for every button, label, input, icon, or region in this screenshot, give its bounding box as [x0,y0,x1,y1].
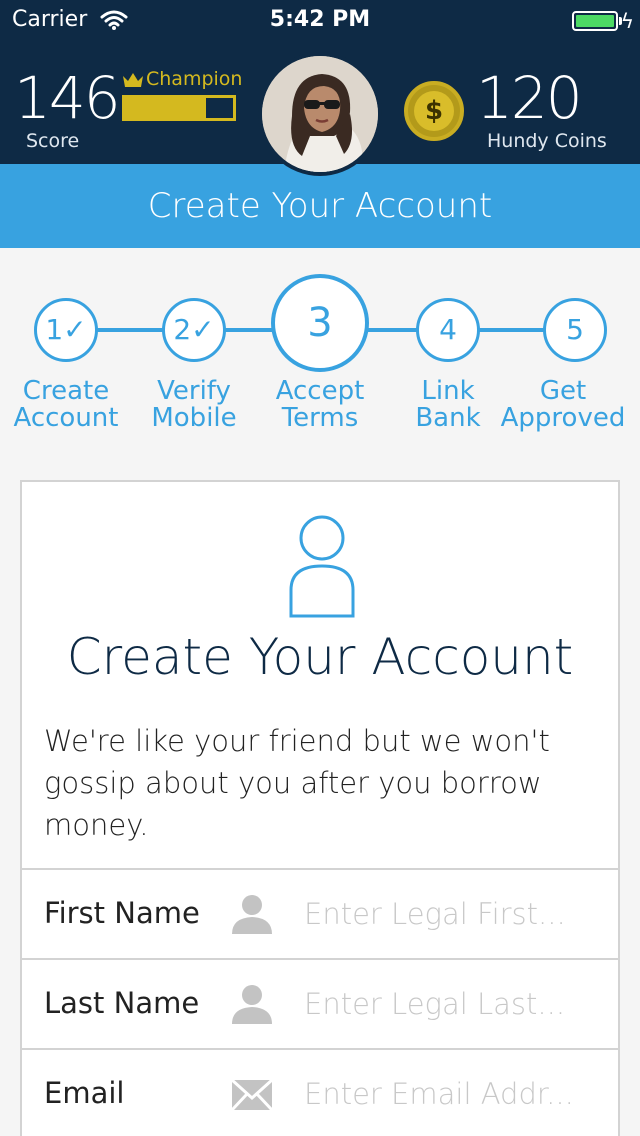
step-link-bank[interactable]: 4 Link Bank [415,298,481,432]
coins-label: Hundy Coins [487,130,607,152]
field-label: First Name [44,896,200,930]
score-value: 146 [14,64,121,132]
first-name-field: First Name [22,868,618,958]
email-field: Email [22,1048,618,1136]
step-label: Get Approved [500,376,626,433]
avatar[interactable] [258,52,382,176]
step-create-account[interactable]: 1✓ Create Account [14,298,118,432]
first-name-input[interactable] [304,888,604,940]
mail-icon [230,1078,274,1112]
step-circle: 5 [543,298,607,362]
score-label: Score [26,130,80,152]
rank-label-group: Champion [122,68,242,90]
person-icon [232,895,272,934]
last-name-input[interactable] [304,978,604,1030]
email-input[interactable] [304,1068,604,1120]
rank-progress-fill [125,98,206,118]
avatar-photo [262,56,378,172]
coins-value: 120 [476,64,583,132]
charging-bolt-icon: ϟ [620,9,634,33]
crown-icon [123,72,143,87]
field-label: Last Name [44,986,200,1020]
person-icon [232,985,272,1024]
clock: 5:42 PM [269,7,371,32]
rank-label: Champion [146,68,243,90]
progress-stepper: 1✓ Create Account 2✓ Verify Mobile 3 Accep… [0,248,640,458]
rank-progress-bar [122,95,236,121]
coin-symbol: $ [414,91,454,131]
last-name-field: Last Name [22,958,618,1048]
field-label: Email [44,1076,125,1110]
card-subtitle: We're like your friend but we won't goss… [44,724,550,842]
step-get-approved[interactable]: 5 Get Approved [501,298,625,432]
step-circle: 3 [271,274,369,372]
user-icon [289,515,355,618]
step-circle: 4 [416,298,480,362]
coin-icon: $ [404,81,464,141]
page-title: Create Your Account [0,164,640,248]
battery-icon [572,11,618,31]
step-circle: 2✓ [162,298,226,362]
step-verify-mobile[interactable]: 2✓ Verify Mobile [151,298,237,432]
step-circle: 1✓ [34,298,98,362]
step-accept-terms[interactable]: 3 Accept Terms [271,274,369,432]
status-bar: Carrier 5:42 PM ϟ [0,0,640,40]
card-title: Create Your Account [66,628,574,686]
create-account-card: Create Your Account We're like your frie… [20,480,620,1136]
